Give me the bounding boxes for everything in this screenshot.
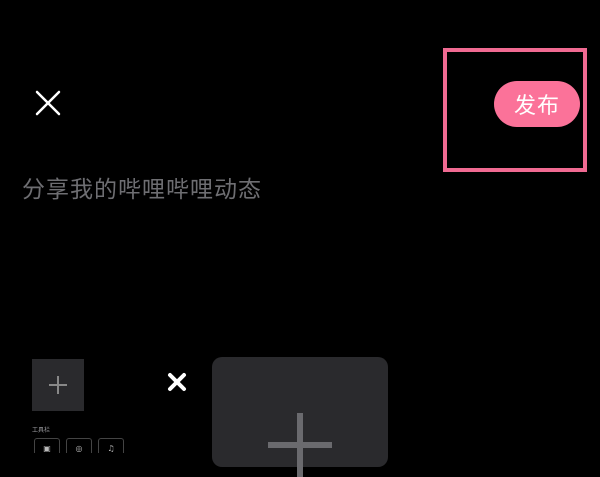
mini-toolbar: ▣ ◎ ♫ xyxy=(34,438,124,453)
add-media-button[interactable] xyxy=(212,357,388,477)
toolbar-preview: 工具栏 ▣ ◎ ♫ xyxy=(26,350,136,453)
close-icon xyxy=(35,90,61,116)
publish-button[interactable]: 发布 xyxy=(494,81,580,127)
mini-tool-image: ▣ xyxy=(34,438,60,453)
mini-tool-at: ◎ xyxy=(66,438,92,453)
close-button[interactable] xyxy=(28,83,68,123)
toolbar-label: 工具栏 xyxy=(32,427,51,434)
post-text-placeholder[interactable]: 分享我的哔哩哔哩动态 xyxy=(22,170,262,204)
plus-icon xyxy=(49,376,67,394)
mini-tool-music: ♫ xyxy=(98,438,124,453)
mini-add-tile xyxy=(32,359,84,411)
plus-icon xyxy=(268,413,332,477)
times-icon xyxy=(168,373,186,391)
